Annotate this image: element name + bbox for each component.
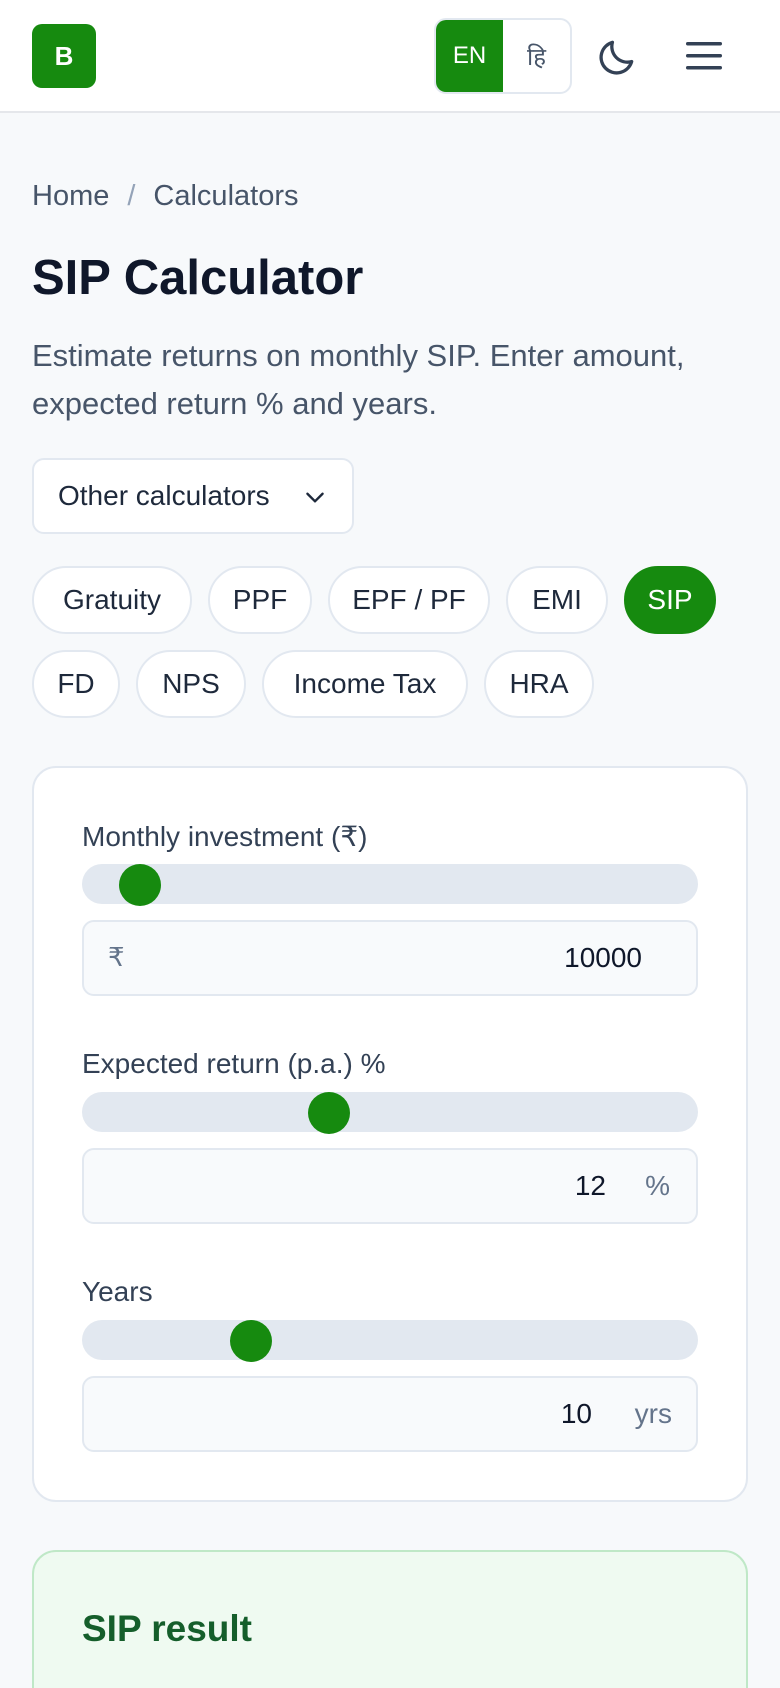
pill-fd[interactable]: FD [32, 650, 120, 718]
logo-letter: B [54, 40, 74, 71]
expected-return-value: 12 [574, 1170, 606, 1201]
result-card: SIP result [32, 1550, 748, 1688]
pill-ppf[interactable]: PPF [208, 566, 312, 634]
hamburger-menu-icon[interactable] [684, 36, 724, 76]
breadcrumb-current[interactable]: Calculators [153, 180, 298, 213]
pill-sip[interactable]: SIP [624, 566, 716, 634]
breadcrumb-home-link[interactable]: Home [32, 180, 109, 213]
language-switcher: EN हि [434, 18, 572, 94]
pill-epf[interactable]: EPF / PF [328, 566, 490, 634]
monthly-investment-input[interactable]: ₹ 10000 [82, 920, 698, 996]
pill-gratuity[interactable]: Gratuity [32, 566, 192, 634]
moon-icon[interactable] [595, 35, 639, 79]
other-calculators-dropdown[interactable]: Other calculators [32, 458, 354, 534]
years-suffix: yrs [634, 1398, 672, 1429]
monthly-investment-label: Monthly investment (₹) [82, 821, 368, 852]
monthly-investment-slider[interactable] [82, 864, 698, 906]
pill-income-tax[interactable]: Income Tax [262, 650, 468, 718]
monthly-investment-value: 10000 [564, 942, 642, 973]
expected-return-label: Expected return (p.a.) % [82, 1048, 386, 1079]
lang-en-button[interactable]: EN [436, 20, 503, 92]
breadcrumb: Home / Calculators [32, 180, 298, 213]
other-calculators-label: Other calculators [58, 480, 270, 511]
slider-thumb[interactable] [118, 864, 161, 906]
slider-thumb[interactable] [307, 1092, 350, 1134]
breadcrumb-separator: / [127, 180, 136, 212]
pill-label: PPF [232, 584, 288, 615]
years-slider[interactable] [82, 1320, 698, 1362]
slider-thumb[interactable] [230, 1320, 272, 1362]
years-value: 10 [560, 1398, 592, 1429]
pill-label: Income Tax [293, 668, 437, 699]
years-label: Years [82, 1276, 153, 1307]
expected-return-slider[interactable] [82, 1092, 698, 1134]
pill-label: EMI [532, 584, 582, 615]
pill-label: NPS [162, 668, 220, 699]
pill-label: EPF / PF [352, 584, 466, 615]
pill-label: FD [57, 668, 95, 699]
top-header: B EN हि [0, 0, 780, 113]
page-title: SIP Calculator [32, 251, 364, 305]
pill-label: SIP [647, 584, 693, 615]
chevron-down-icon [306, 492, 324, 503]
result-title: SIP result [82, 1608, 253, 1649]
lang-hi-button[interactable]: हि [503, 20, 570, 92]
pill-nps[interactable]: NPS [136, 650, 246, 718]
expected-return-input[interactable]: 12 % [82, 1148, 698, 1224]
pill-label: HRA [509, 668, 569, 699]
pill-hra[interactable]: HRA [484, 650, 594, 718]
percent-suffix: % [645, 1170, 670, 1201]
page-description: Estimate returns on monthly SIP. Enter a… [32, 338, 685, 421]
rupee-prefix: ₹ [108, 942, 125, 972]
brand-logo[interactable]: B [32, 24, 96, 88]
pill-label: Gratuity [62, 584, 162, 615]
years-input[interactable]: 10 yrs [82, 1376, 698, 1452]
pill-emi[interactable]: EMI [506, 566, 608, 634]
